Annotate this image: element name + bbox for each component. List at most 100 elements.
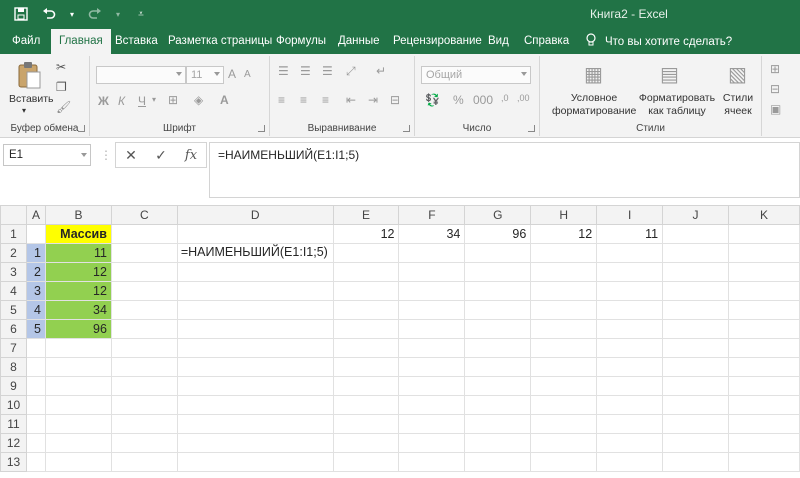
cell[interactable] <box>110 224 178 244</box>
cell[interactable] <box>728 262 800 282</box>
cell[interactable] <box>530 319 598 339</box>
cell[interactable] <box>176 395 334 415</box>
cell-h1[interactable]: 12 <box>530 224 598 244</box>
cell[interactable] <box>332 262 400 282</box>
cell[interactable] <box>464 338 532 358</box>
cell[interactable] <box>596 452 664 472</box>
undo-dropdown-icon[interactable]: ▾ <box>68 5 76 23</box>
cell[interactable] <box>728 224 800 244</box>
row-header[interactable]: 11 <box>0 414 27 434</box>
cell[interactable] <box>662 243 729 263</box>
cell[interactable] <box>662 338 729 358</box>
font-launcher-icon[interactable] <box>258 125 265 132</box>
cell[interactable] <box>25 376 46 396</box>
cell[interactable] <box>332 243 400 263</box>
row-header[interactable]: 9 <box>0 376 27 396</box>
cell[interactable] <box>332 452 400 472</box>
tab-data[interactable]: Данные <box>338 29 380 54</box>
cell[interactable] <box>176 376 334 396</box>
cell[interactable] <box>464 452 532 472</box>
cell[interactable] <box>110 433 178 453</box>
cell[interactable] <box>176 433 334 453</box>
delete-cells-icon[interactable]: ⊟ <box>770 82 780 96</box>
cell[interactable] <box>44 357 112 377</box>
cell[interactable] <box>25 357 46 377</box>
cell[interactable] <box>110 281 178 301</box>
cell[interactable] <box>728 395 800 415</box>
cell-b4[interactable]: 12 <box>44 281 112 301</box>
row-header[interactable]: 2 <box>0 243 27 263</box>
align-top-icon[interactable]: ☰ <box>278 64 289 78</box>
conditional-formatting-icon[interactable]: ▦ <box>584 62 603 87</box>
cell[interactable] <box>25 414 46 434</box>
cell[interactable] <box>530 338 598 358</box>
cell-a2[interactable]: 1 <box>25 243 46 263</box>
column-header[interactable]: A <box>25 205 46 225</box>
cell[interactable] <box>464 243 532 263</box>
row-header[interactable]: 10 <box>0 395 27 415</box>
cell-styles-icon[interactable]: ▧ <box>728 62 747 87</box>
insert-cells-icon[interactable]: ⊞ <box>770 62 780 76</box>
cell[interactable] <box>176 319 334 339</box>
conditional-formatting-button[interactable]: Условное форматирование <box>552 92 636 118</box>
cell[interactable] <box>728 338 800 358</box>
cell[interactable] <box>176 224 334 244</box>
cell[interactable] <box>398 452 466 472</box>
cell[interactable] <box>530 433 598 453</box>
cell[interactable] <box>176 414 334 434</box>
cell[interactable] <box>596 338 664 358</box>
font-name-select[interactable] <box>96 66 186 84</box>
cell[interactable] <box>332 357 400 377</box>
cell-styles-button[interactable]: Стили ячеек <box>718 92 758 118</box>
copy-icon[interactable]: ❐ <box>56 80 67 94</box>
cell[interactable] <box>662 452 729 472</box>
cell-e1[interactable]: 12 <box>332 224 400 244</box>
cell[interactable] <box>464 376 532 396</box>
cell[interactable] <box>596 243 664 263</box>
number-format-select[interactable]: Общий <box>421 66 531 84</box>
align-bottom-icon[interactable]: ☰ <box>322 64 333 78</box>
cell[interactable] <box>728 300 800 320</box>
alignment-launcher-icon[interactable] <box>403 125 410 132</box>
cell[interactable] <box>398 357 466 377</box>
cell[interactable] <box>464 414 532 434</box>
cell-b6[interactable]: 96 <box>44 319 112 339</box>
cell[interactable] <box>464 281 532 301</box>
cell[interactable] <box>662 224 729 244</box>
cell[interactable] <box>398 262 466 282</box>
column-header[interactable]: E <box>332 205 400 225</box>
cell-i1[interactable]: 11 <box>596 224 664 244</box>
cell[interactable] <box>176 452 334 472</box>
cell[interactable] <box>662 319 729 339</box>
cell-g1[interactable]: 96 <box>464 224 532 244</box>
paste-icon[interactable] <box>16 60 42 93</box>
column-header[interactable]: J <box>662 205 729 225</box>
cell[interactable] <box>464 433 532 453</box>
row-header[interactable]: 3 <box>0 262 27 282</box>
cell[interactable] <box>332 376 400 396</box>
cell[interactable] <box>596 376 664 396</box>
cell[interactable] <box>728 281 800 301</box>
cell[interactable] <box>398 376 466 396</box>
customize-qat-icon[interactable]: ⩡ <box>132 5 150 23</box>
column-header[interactable]: D <box>176 205 334 225</box>
cell[interactable] <box>530 262 598 282</box>
cell[interactable] <box>332 414 400 434</box>
format-as-table-button[interactable]: Форматировать как таблицу <box>636 92 718 118</box>
name-box[interactable]: E1 <box>3 144 91 166</box>
cell-f1[interactable]: 34 <box>398 224 466 244</box>
formula-input[interactable]: =НАИМЕНЬШИЙ(E1:I1;5) <box>209 142 800 198</box>
row-header[interactable]: 12 <box>0 433 27 453</box>
cell[interactable] <box>728 376 800 396</box>
row-header[interactable]: 5 <box>0 300 27 320</box>
cell[interactable] <box>530 376 598 396</box>
cell[interactable] <box>530 452 598 472</box>
cell[interactable] <box>662 300 729 320</box>
cell[interactable] <box>596 395 664 415</box>
cell[interactable] <box>110 357 178 377</box>
cell[interactable] <box>176 262 334 282</box>
cell[interactable] <box>728 433 800 453</box>
format-cells-icon[interactable]: ▣ <box>770 102 781 116</box>
column-header[interactable]: B <box>44 205 112 225</box>
cell-d2[interactable]: =НАИМЕНЬШИЙ(E1:I1;5) <box>176 243 334 263</box>
